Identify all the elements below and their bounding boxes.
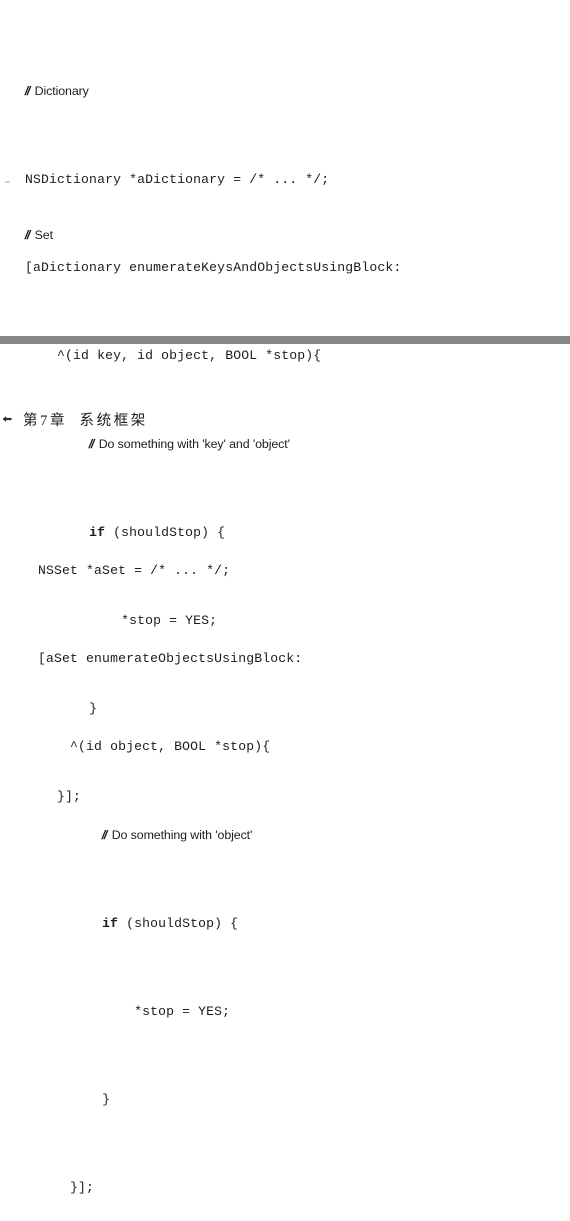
scan-artifact-speck: [5, 181, 10, 183]
code-text: (shouldStop) {: [118, 916, 239, 931]
comment-token: // Do something with 'object': [101, 828, 253, 842]
running-header: 第7章 系统框架: [0, 406, 148, 432]
code-line: *stop = YES;: [38, 1001, 302, 1023]
code-line: // Do something with 'key' and 'object': [25, 433, 401, 456]
chapter-title: 第7章 系统框架: [23, 412, 148, 429]
page-separator-bar: [0, 336, 570, 344]
code-line: ^(id key, id object, BOOL *stop){: [25, 345, 401, 367]
code-line: }];: [38, 1177, 302, 1199]
code-line: }: [38, 1089, 302, 1111]
comment-token: // Set: [24, 228, 54, 242]
comment-text: Do something with 'object': [108, 828, 253, 842]
comment-text: Dictionary: [31, 84, 89, 98]
code-text: *stop = YES;: [134, 1004, 231, 1019]
code-line: NSDictionary *aDictionary = /* ... */;: [25, 172, 330, 187]
code-text: }];: [70, 1180, 95, 1195]
code-line: // Dictionary: [24, 80, 401, 103]
code-line: // Do something with 'object': [38, 824, 302, 847]
comment-token: // Dictionary: [24, 84, 89, 98]
code-line: [aDictionary enumerateKeysAndObjectsUsin…: [25, 260, 402, 275]
code-line: NSSet *aSet = /* ... */;: [38, 563, 231, 578]
comment-line-set: // Set: [24, 224, 54, 247]
code-text: ^(id key, id object, BOOL *stop){: [57, 348, 322, 363]
code-block-set: NSSet *aSet = /* ... */; [aSet enumerate…: [38, 494, 302, 1221]
code-line: [aSet enumerateObjectsUsingBlock:: [38, 651, 303, 666]
code-line: if (shouldStop) {: [38, 913, 302, 935]
keyword-if: if: [102, 916, 119, 931]
comment-text: Do something with 'key' and 'object': [95, 437, 290, 451]
code-line: ^(id object, BOOL *stop){: [38, 736, 302, 758]
code-text: }: [102, 1092, 111, 1107]
code-text: ^(id object, BOOL *stop){: [70, 739, 271, 754]
comment-token: // Do something with 'key' and 'object': [88, 437, 290, 451]
comment-text: Set: [31, 228, 53, 242]
arrow-bullet-icon: [2, 416, 12, 422]
